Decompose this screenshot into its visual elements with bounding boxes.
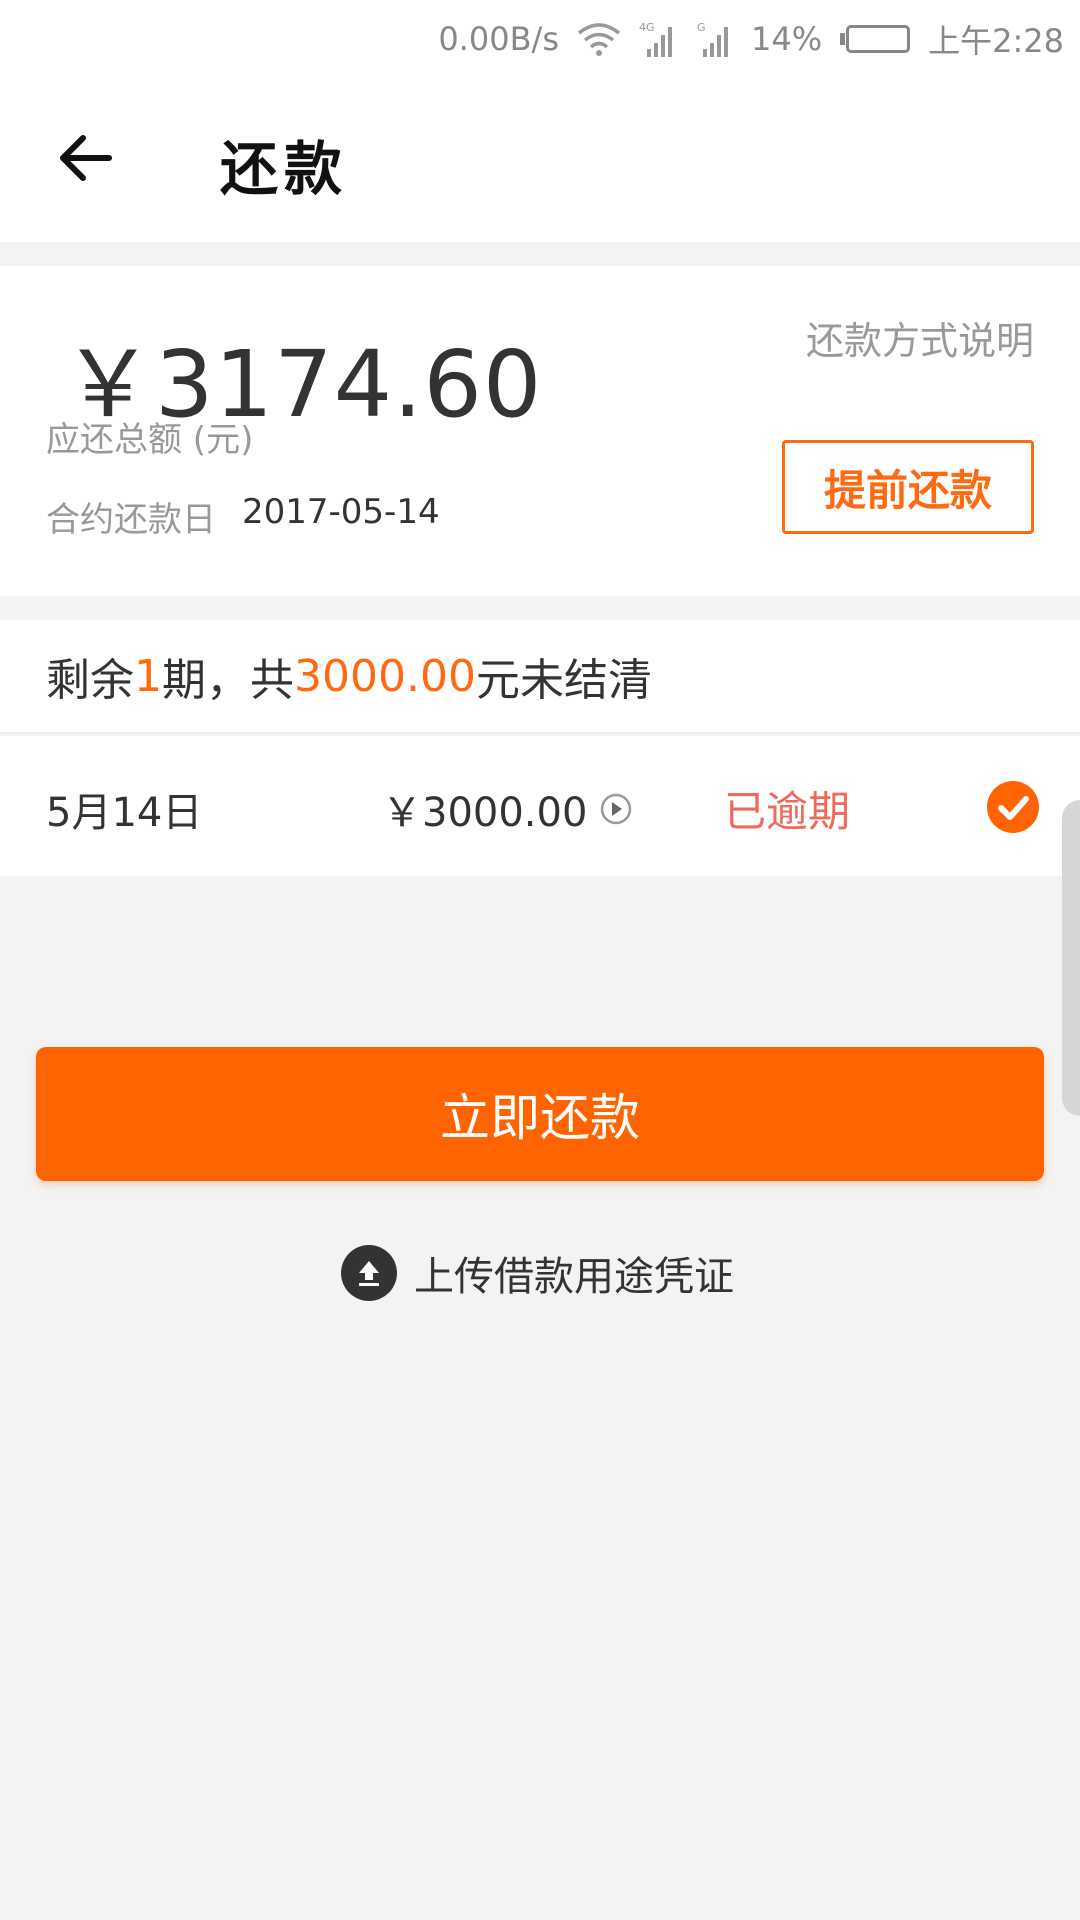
cell-signal-4g-icon: 4G <box>639 19 677 59</box>
remaining-periods: 1 <box>134 650 162 702</box>
back-button[interactable] <box>52 128 118 188</box>
wifi-icon <box>577 21 621 57</box>
network-speed: 0.00B/s <box>438 20 559 58</box>
installment-amount-group[interactable]: ￥3000.00 <box>382 780 633 838</box>
check-circle-icon[interactable] <box>986 780 1040 834</box>
arrow-left-icon <box>60 135 112 181</box>
remaining-summary: 剩余 1 期，共 3000.00 元未结清 <box>0 620 1080 734</box>
cell-signal-icon: G <box>695 19 733 59</box>
due-date-value: 2017-05-14 <box>242 492 440 532</box>
status-bar: 0.00B/s 4G G 14% 上午2:28 <box>0 0 1080 78</box>
remaining-prefix: 剩余 <box>46 655 134 706</box>
svg-text:G: G <box>697 21 706 34</box>
remaining-amount: 3000.00 <box>294 650 476 702</box>
play-circle-icon[interactable] <box>599 792 633 826</box>
repayment-summary-card: ￥3174.60 应还总额 (元) 合约还款日 2017-05-14 还款方式说… <box>0 266 1080 596</box>
installment-amount: ￥3000.00 <box>382 790 588 836</box>
upload-icon <box>341 1245 397 1301</box>
pay-now-button[interactable]: 立即还款 <box>36 1047 1044 1181</box>
repayment-method-explain-link[interactable]: 还款方式说明 <box>806 310 1034 365</box>
network-type-label: 4G <box>639 21 655 34</box>
remaining-middle: 期，共 <box>162 655 294 706</box>
scroll-handle[interactable] <box>1062 800 1080 1116</box>
total-amount-label: 应还总额 (元) <box>46 420 254 460</box>
clock: 上午2:28 <box>928 22 1064 60</box>
remaining-suffix: 元未结清 <box>475 655 652 706</box>
page-title: 还款 <box>220 135 349 203</box>
battery-icon <box>840 25 911 53</box>
upload-proof-label: 上传借款用途凭证 <box>414 1254 734 1300</box>
installment-status: 已逾期 <box>724 787 851 836</box>
prepay-button[interactable]: 提前还款 <box>782 440 1034 534</box>
due-date-label: 合约还款日 <box>46 500 216 540</box>
upload-proof-link[interactable]: 上传借款用途凭证 <box>340 1244 734 1302</box>
battery-percent: 14% <box>751 20 823 58</box>
installment-row[interactable]: 5月14日 ￥3000.00 已逾期 <box>0 736 1080 876</box>
installment-date: 5月14日 <box>46 790 203 836</box>
title-bar: 还款 <box>0 78 1080 242</box>
